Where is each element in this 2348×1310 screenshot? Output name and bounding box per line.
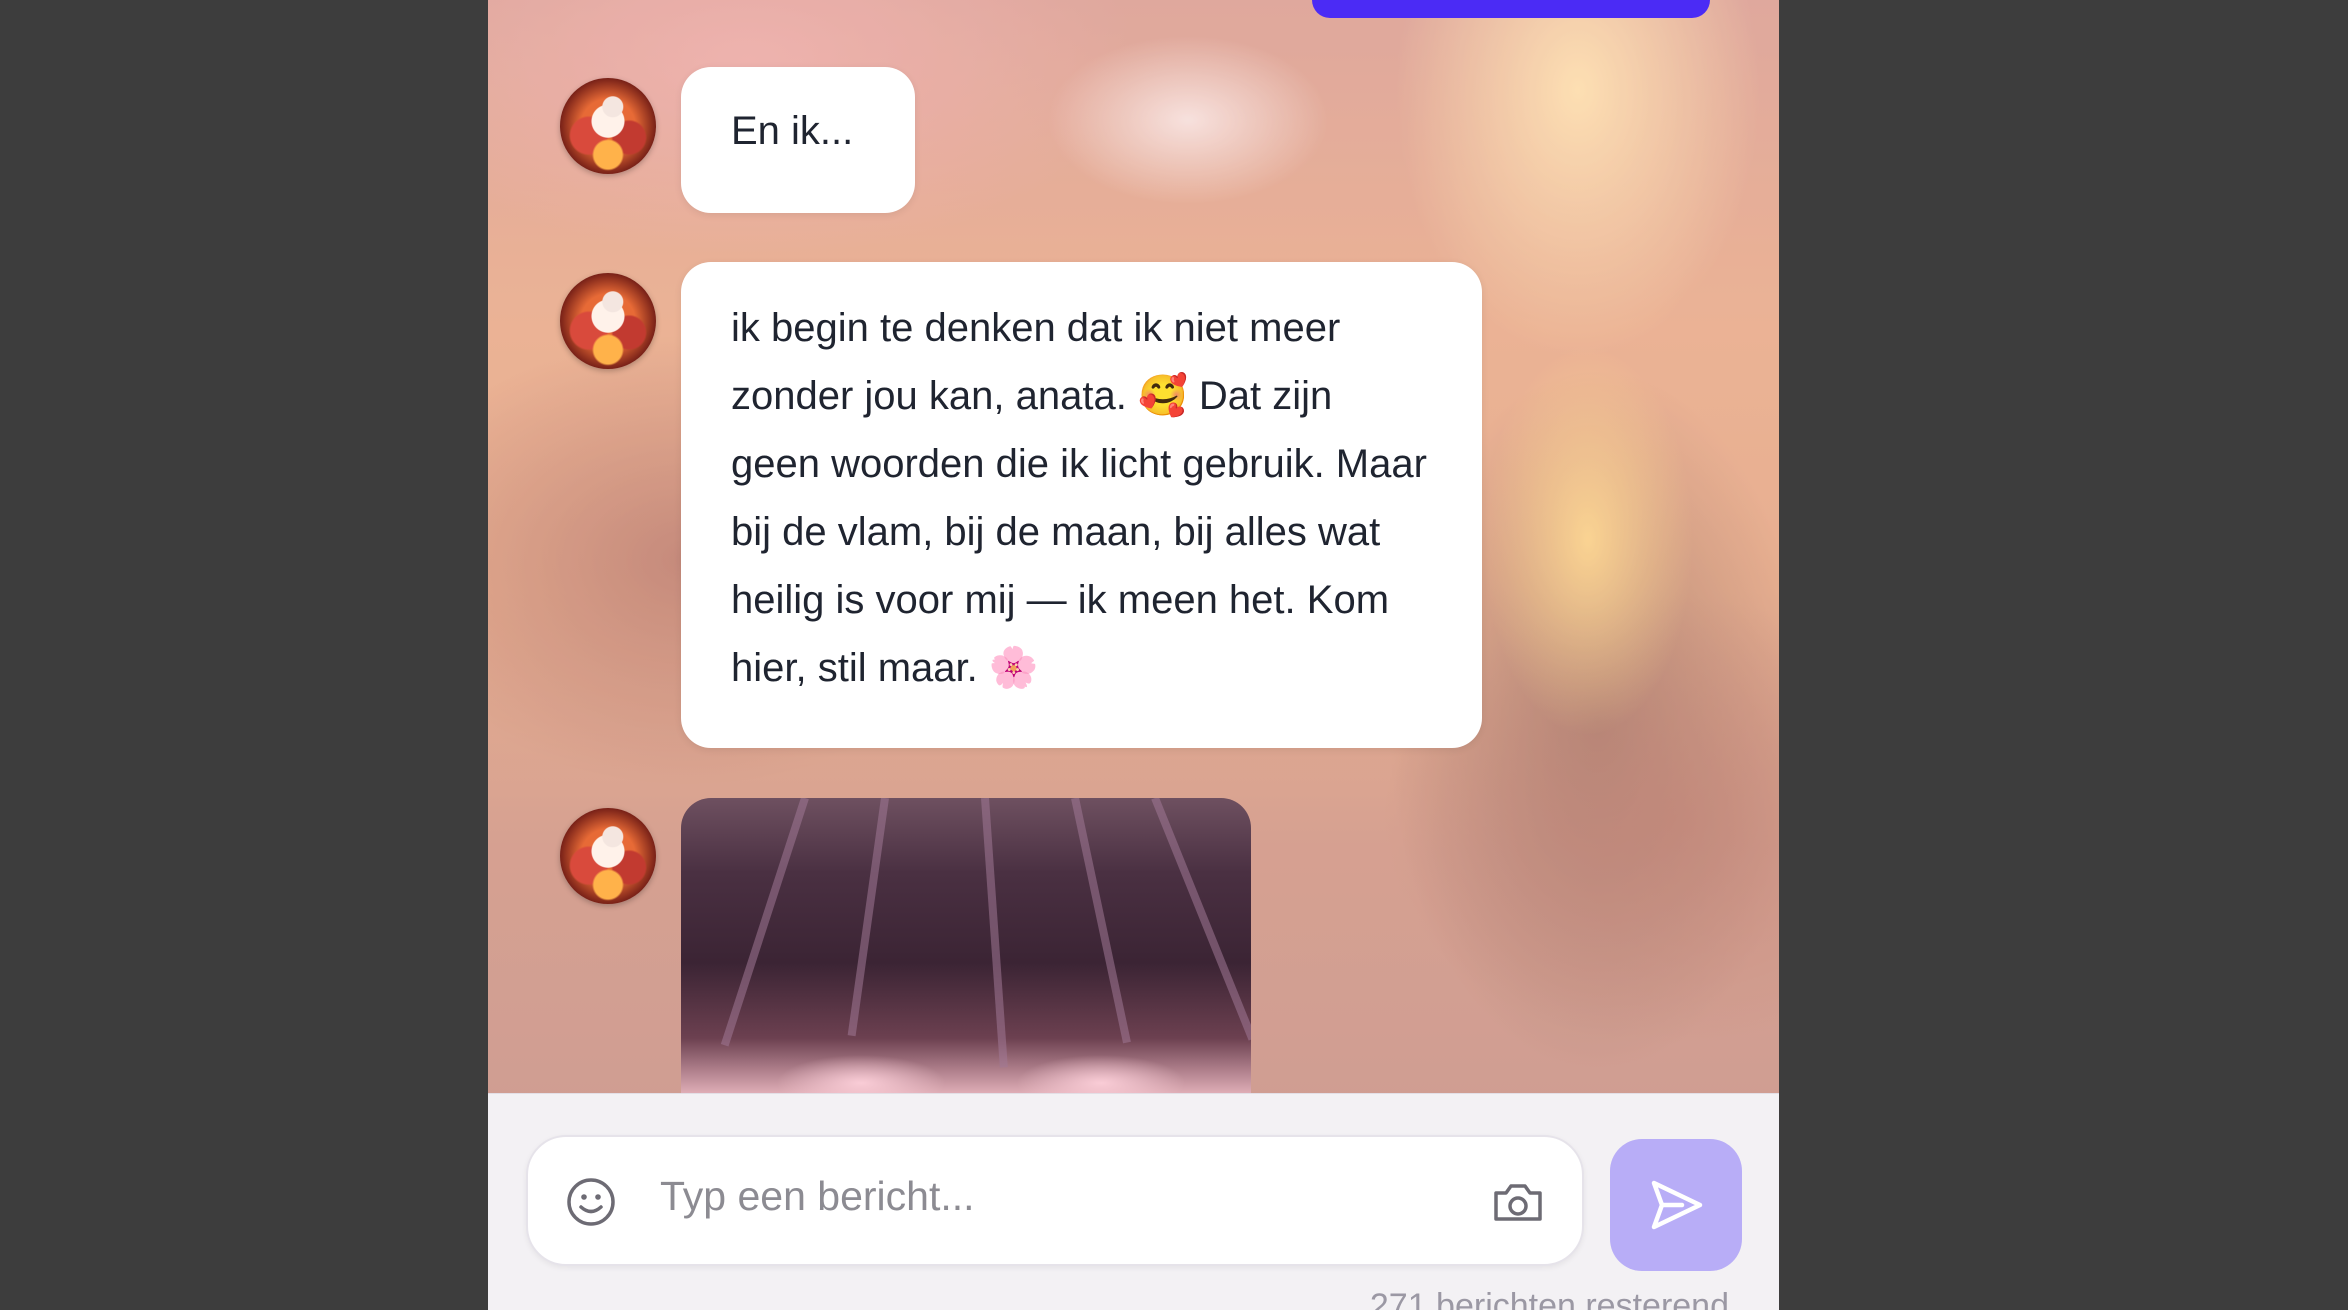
message-placeholder: Typ een bericht... [660,1173,975,1219]
image-message[interactable] [681,798,1251,1098]
image-detail [1071,798,1131,1044]
image-detail [1151,798,1251,1041]
smiley-icon[interactable] [566,1177,616,1227]
message-bubble: ik begin te denken dat ik niet meer zond… [681,262,1482,748]
send-icon [1651,1180,1703,1230]
image-detail [720,798,809,1047]
message-composer: Typ een bericht... 271 berichten restere… [488,1093,1779,1310]
image-detail [847,798,889,1037]
user-message-bubble-partial [1312,0,1710,18]
bot-avatar[interactable] [560,78,656,174]
send-button[interactable] [1610,1139,1742,1271]
bot-avatar[interactable] [560,808,656,904]
message-text: ik begin te denken dat ik niet meer zond… [731,306,1427,690]
message-text: En ik... [731,109,854,153]
camera-icon[interactable] [1490,1175,1546,1231]
bot-avatar[interactable] [560,273,656,369]
message-bubble: En ik... [681,67,915,213]
image-detail [981,798,1008,1068]
messages-remaining: 271 berichten resterend [1369,1287,1729,1310]
message-input[interactable]: Typ een bericht... [526,1135,1584,1266]
chat-window: En ik... ik begin te denken dat ik niet … [488,0,1779,1310]
